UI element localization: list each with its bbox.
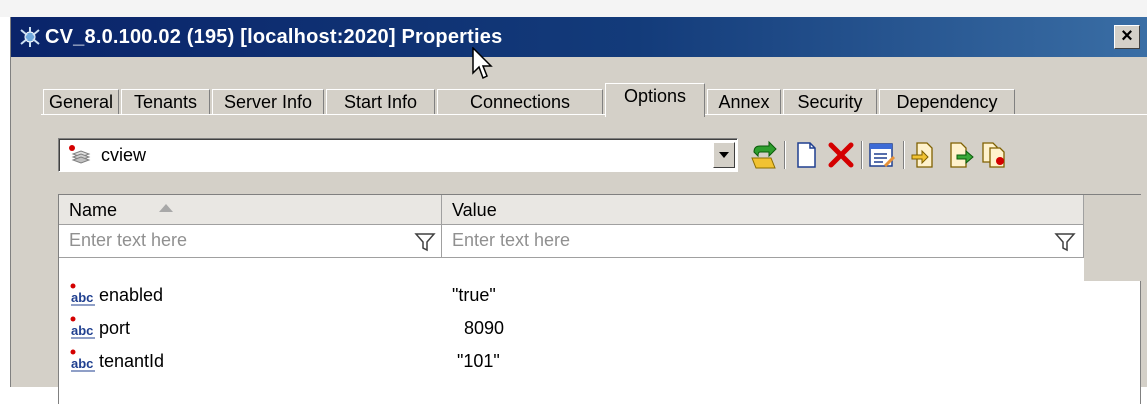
tab-options[interactable]: Options bbox=[605, 83, 705, 117]
filter-funnel-icon[interactable] bbox=[414, 231, 436, 253]
row-value: 8090 bbox=[464, 318, 505, 338]
section-combo-value: cview bbox=[101, 145, 147, 165]
toolbar-separator bbox=[784, 141, 786, 169]
svg-text:abc: abc bbox=[71, 290, 93, 305]
new-document-icon[interactable] bbox=[791, 140, 821, 170]
tab-server-info[interactable]: Server Info bbox=[212, 89, 324, 115]
toolbar-separator bbox=[861, 141, 863, 169]
application-icon bbox=[20, 27, 40, 47]
column-header-name[interactable]: Name bbox=[59, 195, 442, 225]
table-row[interactable]: abc port 8090 bbox=[59, 313, 1084, 346]
row-value: "101" bbox=[457, 351, 500, 371]
value-filter-cell[interactable]: Enter text here bbox=[442, 225, 1084, 258]
tab-security[interactable]: Security bbox=[783, 89, 877, 115]
filter-funnel-icon[interactable] bbox=[1054, 231, 1076, 253]
window-title: CV_8.0.100.02 (195) [localhost:2020] Pro… bbox=[45, 26, 503, 48]
tab-annex[interactable]: Annex bbox=[707, 89, 781, 115]
up-folder-icon[interactable] bbox=[749, 140, 779, 170]
toolbar-separator bbox=[903, 141, 905, 169]
import-icon[interactable] bbox=[909, 140, 939, 170]
copy-icon[interactable] bbox=[979, 140, 1009, 170]
properties-dialog: CV_8.0.100.02 (195) [localhost:2020] Pro… bbox=[10, 17, 1147, 404]
tab-general[interactable]: General bbox=[43, 89, 119, 115]
tab-start-info[interactable]: Start Info bbox=[326, 89, 435, 115]
title-bar[interactable]: CV_8.0.100.02 (195) [localhost:2020] Pro… bbox=[11, 17, 1147, 57]
string-abc-icon: abc bbox=[70, 283, 95, 306]
name-filter-cell[interactable]: Enter text here bbox=[59, 225, 442, 258]
sort-ascending-icon bbox=[159, 204, 173, 212]
mouse-pointer-icon bbox=[472, 47, 493, 80]
grid-corner-filler bbox=[1084, 195, 1141, 281]
string-abc-icon: abc bbox=[70, 349, 95, 372]
background-strip bbox=[0, 0, 1147, 17]
chevron-down-icon bbox=[719, 152, 729, 158]
string-abc-icon: abc bbox=[70, 316, 95, 339]
row-name: tenantId bbox=[99, 351, 165, 371]
options-grid: Name Value Enter text here Enter text he… bbox=[58, 194, 1141, 404]
tab-tenants[interactable]: Tenants bbox=[121, 89, 210, 115]
column-header-label: Name bbox=[69, 200, 118, 220]
tab-connections[interactable]: Connections bbox=[437, 89, 603, 115]
row-name: enabled bbox=[99, 285, 164, 305]
combo-dropdown-button[interactable] bbox=[713, 142, 735, 168]
svg-text:abc: abc bbox=[71, 323, 93, 338]
svg-text:abc: abc bbox=[71, 356, 93, 371]
background-edge bbox=[0, 17, 10, 387]
close-button[interactable]: × bbox=[1114, 25, 1140, 49]
name-filter-input[interactable]: Enter text here bbox=[69, 230, 187, 251]
edit-properties-icon[interactable] bbox=[867, 140, 897, 170]
value-filter-input[interactable]: Enter text here bbox=[452, 230, 570, 251]
row-value: "true" bbox=[452, 285, 496, 305]
row-name: port bbox=[99, 318, 131, 338]
tab-dependency[interactable]: Dependency bbox=[879, 89, 1015, 115]
export-icon[interactable] bbox=[945, 140, 975, 170]
column-header-value[interactable]: Value bbox=[442, 195, 1084, 225]
table-row[interactable]: abc tenantId "101" bbox=[59, 346, 1084, 379]
column-header-label: Value bbox=[452, 200, 497, 220]
section-combo[interactable]: cview bbox=[58, 138, 738, 172]
delete-x-icon[interactable] bbox=[826, 140, 856, 170]
table-row[interactable]: abc enabled "true" bbox=[59, 280, 1084, 313]
tab-panel-border bbox=[41, 114, 1147, 115]
section-layers-icon bbox=[69, 145, 91, 164]
